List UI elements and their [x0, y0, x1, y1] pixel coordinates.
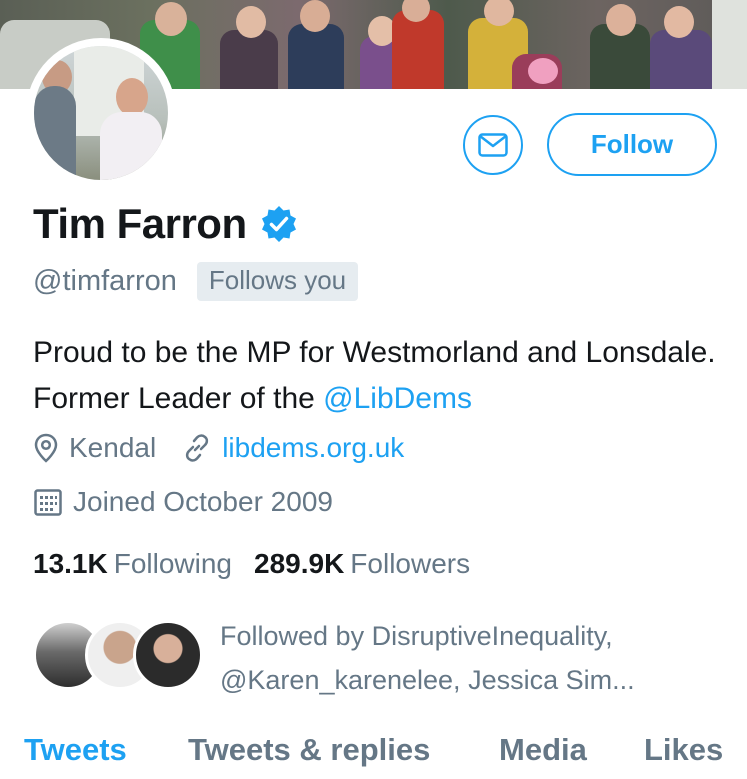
following-count: 13.1K	[33, 548, 108, 579]
followed-by-line: @Karen_karenelee, Jessica Sim...	[220, 665, 635, 695]
follow-button[interactable]: Follow	[547, 113, 717, 176]
profile-avatar[interactable]	[34, 46, 168, 180]
joined-date-text: Joined October 2009	[73, 486, 333, 517]
calendar-icon	[34, 489, 62, 516]
followers-count: 289.9K	[254, 548, 345, 579]
joined-row: Joined October 2009	[33, 486, 333, 518]
avatar-person-body	[34, 86, 76, 180]
follow-stats: 13.1K Following 289.9K Followers	[33, 548, 470, 580]
location-pin-icon	[34, 433, 58, 463]
verified-badge-icon	[261, 206, 296, 242]
followed-by-avatars[interactable]	[33, 620, 203, 692]
profile-tabs: Tweets Tweets & replies Media Likes	[0, 730, 747, 779]
followed-by-text[interactable]: Followed by DisruptiveInequality, @Karen…	[220, 614, 720, 702]
envelope-icon	[478, 133, 508, 157]
avatar-person-body	[100, 112, 162, 180]
avatar-person-head	[116, 78, 148, 116]
tab-tweets-and-replies[interactable]: Tweets & replies	[188, 732, 430, 768]
location-text: Kendal	[69, 432, 157, 463]
website-link[interactable]: libdems.org.uk	[222, 432, 404, 464]
followed-by-line: Followed by DisruptiveInequality,	[220, 621, 613, 651]
link-icon	[186, 434, 209, 462]
username-handle: @timfarron	[33, 265, 177, 297]
followers-stat[interactable]: 289.9K Followers	[254, 548, 470, 580]
followers-label: Followers	[350, 548, 471, 579]
tab-likes[interactable]: Likes	[644, 732, 723, 768]
follower-avatar	[133, 620, 203, 690]
handle-row: @timfarron Follows you	[33, 262, 359, 301]
location-item: Kendal	[33, 432, 156, 464]
follows-you-badge: Follows you	[196, 262, 359, 301]
profile-bio: Proud to be the MP for Westmorland and L…	[33, 330, 723, 422]
tab-tweets[interactable]: Tweets	[24, 732, 127, 768]
following-stat[interactable]: 13.1K Following	[33, 548, 232, 580]
website-item[interactable]: libdems.org.uk	[182, 432, 404, 464]
tab-media[interactable]: Media	[499, 732, 587, 768]
display-name: Tim Farron	[33, 200, 247, 247]
name-row: Tim Farron	[33, 200, 299, 248]
profile-meta-row: Kendal libdems.org.uk	[33, 432, 404, 464]
bio-mention-link[interactable]: @LibDems	[323, 382, 472, 415]
message-button[interactable]	[463, 115, 523, 175]
following-label: Following	[113, 548, 232, 579]
